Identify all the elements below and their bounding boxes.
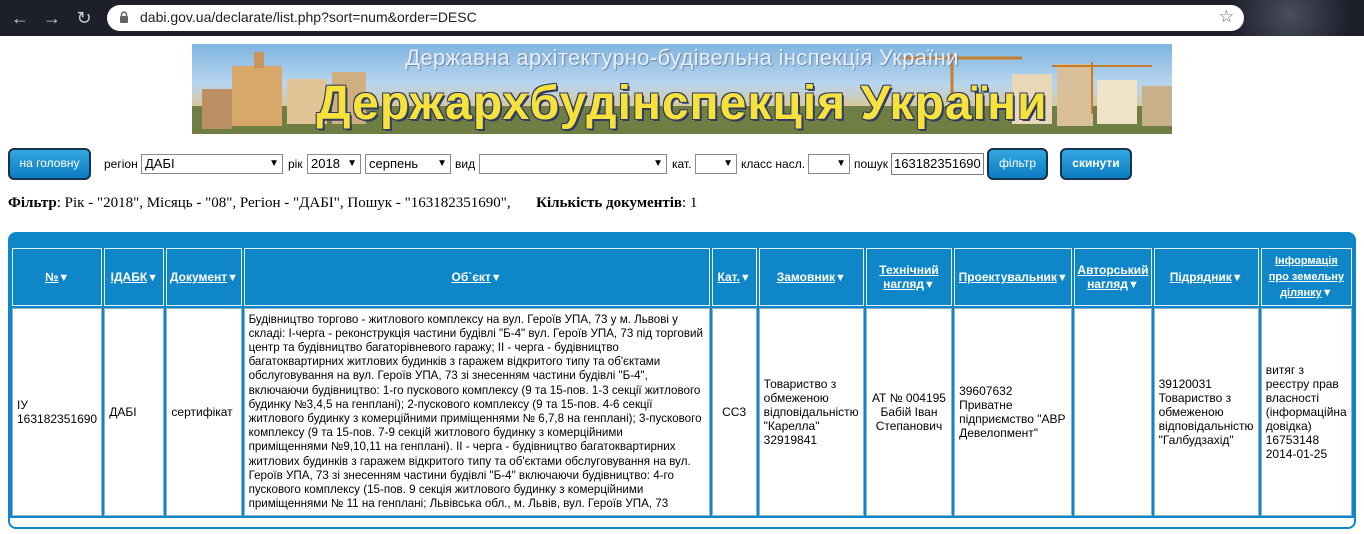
- column-header-document[interactable]: Документ▼: [166, 248, 242, 306]
- column-header-category[interactable]: Кат.▼: [711, 248, 757, 306]
- column-header-label[interactable]: №: [45, 270, 58, 284]
- address-bar[interactable]: dabi.gov.ua/declarate/list.php?sort=num&…: [107, 5, 1244, 31]
- filter-summary-text: : Рік - "2018", Місяць - "08", Регіон - …: [56, 195, 511, 211]
- lock-icon: [120, 11, 128, 23]
- column-header-idabk[interactable]: ІДАБК▼: [104, 248, 165, 306]
- region-select-value: ДАБІ: [145, 156, 175, 171]
- chevron-down-icon: ▼: [836, 158, 846, 169]
- year-select-value: 2018: [311, 156, 340, 171]
- column-header-label[interactable]: Технічний: [879, 263, 938, 277]
- sort-desc-icon[interactable]: ▼: [58, 272, 69, 284]
- sort-desc-icon[interactable]: ▼: [740, 272, 751, 284]
- column-header-contractor[interactable]: Підрядник▼: [1153, 248, 1259, 306]
- cell-designer: 39607632 Приватне підприємство "АВР Деве…: [954, 308, 1073, 516]
- declarations-table-container: №▼ ІДАБК▼ Документ▼ Об`єкт▼ Кат.▼ Замовн…: [8, 232, 1356, 529]
- cell-land-info: витяг з реєстру прав власності (інформац…: [1260, 308, 1352, 516]
- sort-desc-icon[interactable]: ▼: [147, 272, 158, 284]
- forward-icon[interactable]: →: [40, 6, 64, 30]
- cell-object: Будівництво торгово - житлового комплекс…: [243, 308, 710, 516]
- region-label: регіон: [104, 157, 138, 171]
- cell-num-prefix: ІУ: [17, 398, 28, 412]
- object-description: Будівництво торгово - житлового комплекс…: [248, 312, 703, 511]
- browser-toolbar: ← → ↻ dabi.gov.ua/declarate/list.php?sor…: [0, 0, 1364, 36]
- banner-title: Держархбудінспекція України: [316, 77, 1048, 130]
- year-select[interactable]: 2018 ▼: [307, 154, 361, 174]
- category-select[interactable]: ▼: [695, 154, 737, 174]
- cell-author-supervision: [1074, 308, 1152, 516]
- column-header-label[interactable]: ІДАБК: [111, 270, 148, 284]
- sort-desc-icon[interactable]: ▼: [1232, 272, 1243, 284]
- month-select[interactable]: серпень ▼: [365, 154, 451, 174]
- cell-document: сертифікат: [166, 308, 242, 516]
- column-header-label[interactable]: нагляд: [1087, 277, 1128, 291]
- column-header-label[interactable]: нагляд: [883, 277, 924, 291]
- sort-desc-icon[interactable]: ▼: [1322, 287, 1333, 299]
- class-label: класс насл.: [741, 157, 806, 171]
- column-header-num[interactable]: №▼: [12, 248, 103, 306]
- column-header-label[interactable]: Підрядник: [1170, 270, 1232, 284]
- filter-button[interactable]: фільтр: [987, 148, 1048, 180]
- chevron-down-icon: ▼: [653, 158, 663, 169]
- declarations-table: №▼ ІДАБК▼ Документ▼ Об`єкт▼ Кат.▼ Замовн…: [10, 246, 1354, 518]
- column-header-object[interactable]: Об`єкт▼: [243, 248, 710, 306]
- filter-summary: Фільтр: Рік - "2018", Місяць - "08", Рег…: [8, 195, 697, 212]
- sort-desc-icon[interactable]: ▼: [1128, 279, 1139, 291]
- cell-category: СС3: [711, 308, 757, 516]
- column-header-label[interactable]: Кат.: [718, 270, 740, 284]
- bookmark-star-icon[interactable]: ☆: [1219, 7, 1234, 27]
- column-header-label[interactable]: Замовник: [777, 270, 835, 284]
- chevron-down-icon: ▼: [723, 158, 733, 169]
- kind-select[interactable]: ▼: [479, 154, 667, 174]
- search-label: пошук: [854, 157, 889, 171]
- column-header-designer[interactable]: Проектувальник▼: [954, 248, 1073, 306]
- filter-summary-label: Фільтр: [8, 195, 57, 211]
- class-select[interactable]: ▼: [808, 154, 850, 174]
- cell-tech-supervision: АТ № 004195 Бабій Іван Степанович: [865, 308, 953, 516]
- document-count-label: Кількість документів: [536, 195, 682, 211]
- column-header-label[interactable]: Проектувальник: [959, 270, 1057, 284]
- reload-icon[interactable]: ↻: [72, 6, 96, 30]
- chevron-down-icon: ▼: [269, 158, 279, 169]
- search-input[interactable]: 163182351690: [891, 153, 984, 175]
- year-label: рік: [288, 157, 303, 171]
- cell-num: ІУ 163182351690: [12, 308, 103, 516]
- table-footer: [10, 518, 1354, 527]
- cell-idabk: ДАБІ: [104, 308, 165, 516]
- month-select-value: серпень: [369, 156, 419, 171]
- cell-num-value: 163182351690: [17, 412, 98, 426]
- home-button[interactable]: на головну: [8, 148, 91, 180]
- column-header-label[interactable]: Інформація: [1275, 255, 1338, 267]
- column-header-label[interactable]: про земельну: [1269, 271, 1344, 283]
- column-header-tech-supervision[interactable]: Технічний нагляд▼: [865, 248, 953, 306]
- chevron-down-icon: ▼: [437, 158, 447, 169]
- column-header-label[interactable]: Документ: [170, 270, 227, 284]
- cell-contractor: 39120031 Товариство з обмеженою відповід…: [1153, 308, 1259, 516]
- back-icon[interactable]: ←: [8, 6, 32, 30]
- document-count-text: : 1: [681, 195, 698, 211]
- chevron-down-icon: ▼: [347, 158, 357, 169]
- sort-desc-icon[interactable]: ▼: [227, 272, 238, 284]
- url-text: dabi.gov.ua/declarate/list.php?sort=num&…: [140, 9, 477, 25]
- table-row: ІУ 163182351690 ДАБІ сертифікат Будівницт…: [12, 308, 1352, 516]
- reset-button[interactable]: скинути: [1060, 148, 1132, 180]
- column-header-author-supervision[interactable]: Авторський нагляд▼: [1074, 248, 1152, 306]
- column-header-label[interactable]: Об`єкт: [451, 270, 490, 284]
- column-header-label[interactable]: ділянку: [1280, 287, 1322, 299]
- region-select[interactable]: ДАБІ ▼: [141, 154, 283, 174]
- cell-customer: Товариство з обмеженою відповідальністю …: [758, 308, 864, 516]
- sort-desc-icon[interactable]: ▼: [1057, 272, 1068, 284]
- sort-desc-icon[interactable]: ▼: [491, 272, 502, 284]
- sort-desc-icon[interactable]: ▼: [835, 272, 846, 284]
- banner-subtitle: Державна архітектурно-будівельна інспекц…: [405, 45, 959, 70]
- sort-desc-icon[interactable]: ▼: [924, 279, 935, 291]
- column-header-customer[interactable]: Замовник▼: [758, 248, 864, 306]
- table-header-row: №▼ ІДАБК▼ Документ▼ Об`єкт▼ Кат.▼ Замовн…: [12, 248, 1352, 306]
- site-banner: Державна архітектурно-будівельна інспекц…: [192, 44, 1172, 134]
- category-label: кат.: [672, 157, 692, 171]
- kind-label: вид: [455, 157, 476, 171]
- column-header-land-info[interactable]: Інформація про земельну ділянку▼: [1260, 248, 1352, 306]
- column-header-label[interactable]: Авторський: [1077, 263, 1148, 277]
